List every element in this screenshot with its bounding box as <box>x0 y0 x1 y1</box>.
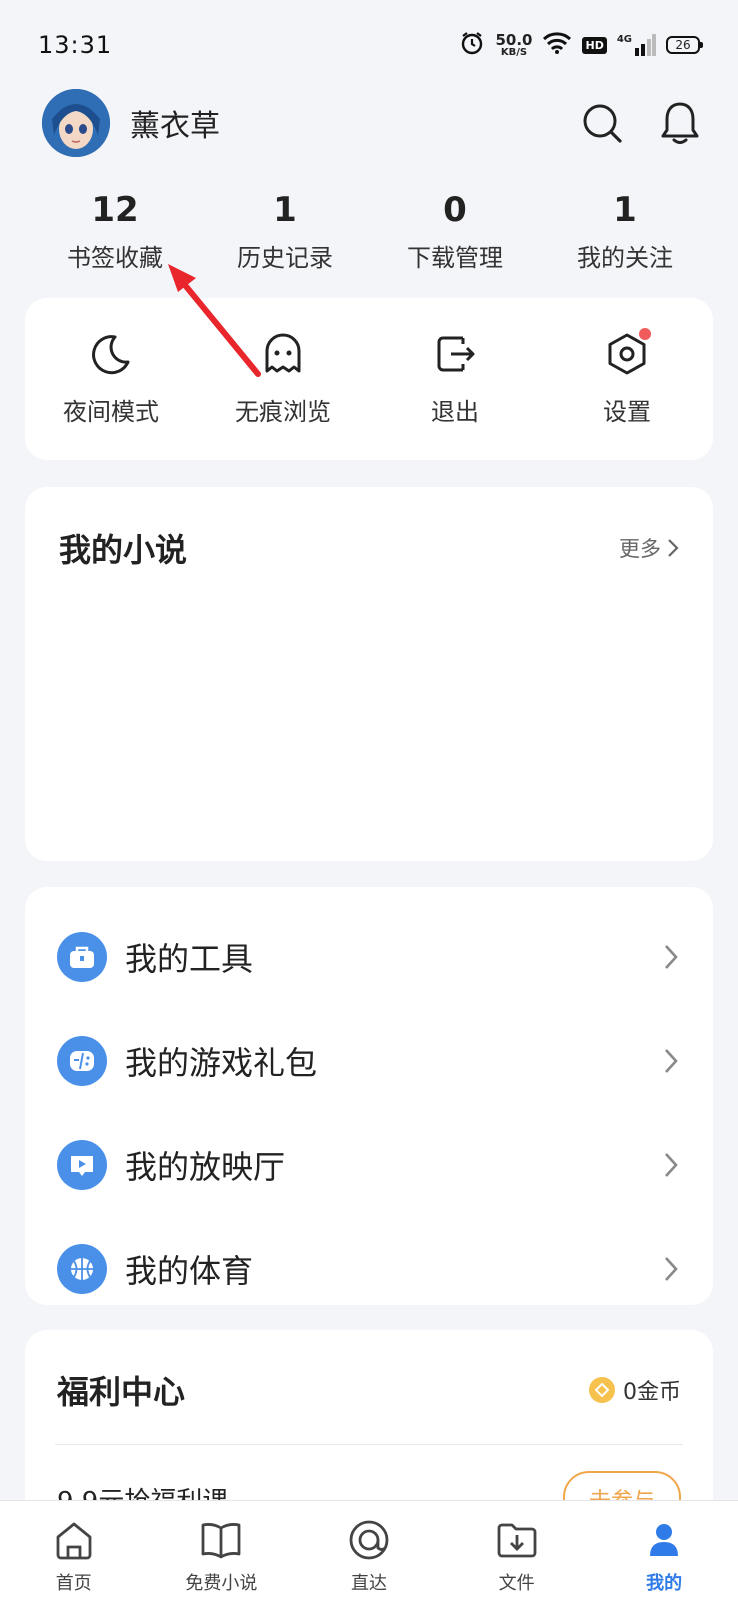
quick-label: 夜间模式 <box>63 398 159 426</box>
novels-header: 我的小说 更多 <box>25 487 713 571</box>
stat-count: 12 <box>91 190 139 230</box>
welfare-header: 福利中心 0金币 <box>25 1330 713 1420</box>
logout-icon <box>431 330 479 378</box>
stat-label: 下载管理 <box>407 244 503 272</box>
quick-label: 无痕浏览 <box>235 398 331 426</box>
tab-label: 首页 <box>55 1573 92 1594</box>
list-item-screening-room[interactable]: 我的放映厅 <box>25 1113 713 1217</box>
avatar[interactable] <box>42 89 110 157</box>
stat-count: 1 <box>273 190 297 230</box>
book-icon <box>198 1517 244 1563</box>
stat-label: 历史记录 <box>237 244 333 272</box>
list-item-label: 我的工具 <box>125 940 254 978</box>
novels-title: 我的小说 <box>59 531 188 569</box>
ghost-icon <box>259 330 307 378</box>
basketball-icon <box>57 1244 107 1294</box>
list-item-label: 我的游戏礼包 <box>125 1044 318 1082</box>
signal-icon: 4G <box>617 34 656 56</box>
stat-label: 我的关注 <box>577 244 673 272</box>
chevron-right-icon <box>665 1153 678 1177</box>
tab-profile[interactable]: 我的 <box>590 1501 738 1600</box>
status-icons: 50.0 KB/S HD 4G 26 <box>459 30 703 60</box>
my-novels-card: 我的小说 更多 <box>25 487 713 861</box>
tools-list-card: 我的工具 我的游戏礼包 我的放映厅 我的体育 <box>25 887 713 1305</box>
status-time: 13:31 <box>38 31 113 59</box>
stat-count: 1 <box>613 190 637 230</box>
username[interactable]: 薰衣草 <box>130 101 220 145</box>
quick-actions-card: 夜间模式 无痕浏览 退出 设置 <box>25 298 713 460</box>
notification-dot <box>639 328 651 340</box>
quick-label: 设置 <box>603 398 651 426</box>
profile-icon <box>641 1517 687 1563</box>
alarm-icon <box>459 30 485 60</box>
stat-following[interactable]: 1 我的关注 <box>540 190 710 280</box>
file-icon <box>494 1517 540 1563</box>
moon-icon <box>87 330 135 378</box>
tab-home[interactable]: 首页 <box>0 1501 148 1600</box>
chevron-right-icon <box>668 539 679 557</box>
net-speed: 50.0 KB/S <box>495 30 533 58</box>
stat-downloads[interactable]: 0 下载管理 <box>370 190 540 280</box>
night-mode-button[interactable]: 夜间模式 <box>25 298 197 460</box>
stat-history[interactable]: 1 历史记录 <box>200 190 370 280</box>
stat-bookmarks[interactable]: 12 书签收藏 <box>30 190 200 280</box>
header-actions <box>580 101 702 145</box>
battery-indicator: 26 <box>666 36 703 54</box>
tab-free-novels[interactable]: 免费小说 <box>148 1501 296 1600</box>
toolbox-icon <box>57 932 107 982</box>
chevron-right-icon <box>665 945 678 969</box>
profile-header: 薰衣草 <box>42 88 702 158</box>
stat-label: 书签收藏 <box>67 244 163 272</box>
welfare-title: 福利中心 <box>57 1373 186 1411</box>
stat-count: 0 <box>443 190 467 230</box>
hd-badge: HD <box>582 36 607 54</box>
wifi-icon <box>542 31 572 59</box>
coin-icon <box>589 1377 615 1403</box>
settings-button[interactable]: 设置 <box>541 298 713 460</box>
coin-balance[interactable]: 0金币 <box>589 1374 681 1406</box>
list-item-label: 我的放映厅 <box>125 1148 286 1186</box>
status-bar: 13:31 50.0 KB/S HD 4G 26 <box>0 0 738 90</box>
play-icon <box>57 1140 107 1190</box>
list-item-my-tools[interactable]: 我的工具 <box>25 905 713 1009</box>
chevron-right-icon <box>665 1049 678 1073</box>
more-link[interactable]: 更多 <box>619 533 679 563</box>
game-icon <box>57 1036 107 1086</box>
tab-label: 直达 <box>350 1573 387 1594</box>
list-item-label: 我的体育 <box>125 1252 254 1290</box>
bottom-tab-bar: 首页 免费小说 直达 文件 我的 <box>0 1500 738 1600</box>
logout-button[interactable]: 退出 <box>369 298 541 460</box>
list-item-game-gifts[interactable]: 我的游戏礼包 <box>25 1009 713 1113</box>
search-icon[interactable] <box>580 101 624 145</box>
direct-icon <box>346 1517 392 1563</box>
tab-files[interactable]: 文件 <box>443 1501 591 1600</box>
bell-icon[interactable] <box>658 101 702 145</box>
tab-label: 文件 <box>498 1573 535 1594</box>
tab-direct[interactable]: 直达 <box>295 1501 443 1600</box>
list-item-sports[interactable]: 我的体育 <box>25 1217 713 1321</box>
chevron-right-icon <box>665 1257 678 1281</box>
incognito-button[interactable]: 无痕浏览 <box>197 298 369 460</box>
gear-icon <box>603 328 651 378</box>
stats-row: 12 书签收藏 1 历史记录 0 下载管理 1 我的关注 <box>30 190 710 280</box>
home-icon <box>51 1517 97 1563</box>
quick-label: 退出 <box>431 398 479 426</box>
tab-label: 我的 <box>646 1573 683 1594</box>
tab-label: 免费小说 <box>185 1573 258 1594</box>
